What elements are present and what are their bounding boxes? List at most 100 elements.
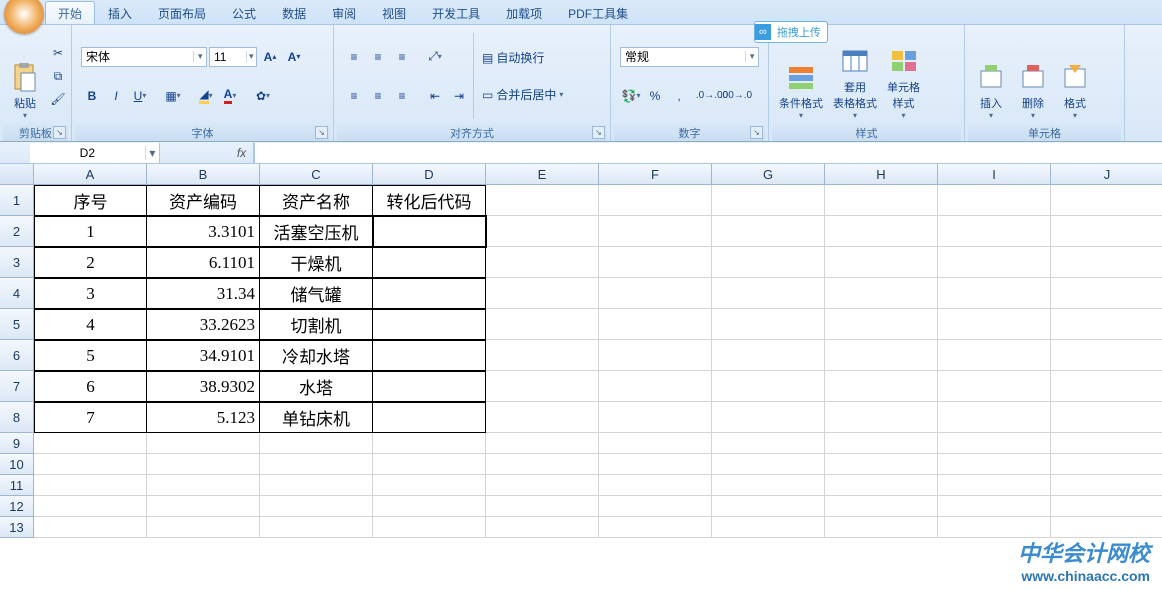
row-header[interactable]: 5 <box>0 309 34 340</box>
tab-2[interactable]: 页面布局 <box>145 1 219 24</box>
cell[interactable] <box>486 475 599 496</box>
cell[interactable] <box>938 371 1051 402</box>
cell[interactable]: 31.34 <box>147 278 260 309</box>
cell[interactable] <box>825 402 938 433</box>
row-header[interactable]: 3 <box>0 247 34 278</box>
cell[interactable] <box>1051 278 1162 309</box>
cell[interactable] <box>825 475 938 496</box>
cell[interactable] <box>938 247 1051 278</box>
increase-indent-button[interactable]: ⇥ <box>448 85 470 107</box>
cell[interactable] <box>712 340 825 371</box>
cell[interactable] <box>373 309 486 340</box>
cell[interactable] <box>147 454 260 475</box>
cell[interactable] <box>938 340 1051 371</box>
wrap-text-button[interactable]: ▤ 自动换行 <box>477 47 568 69</box>
align-middle-button[interactable]: ≡ <box>367 46 389 68</box>
cell[interactable] <box>373 475 486 496</box>
column-header[interactable]: C <box>260 164 373 185</box>
cell[interactable]: 7 <box>34 402 147 433</box>
cell[interactable]: 3.3101 <box>147 216 260 247</box>
font-size-input[interactable] <box>210 50 246 64</box>
cell[interactable] <box>599 247 712 278</box>
cell[interactable] <box>373 371 486 402</box>
cell[interactable] <box>938 517 1051 538</box>
dropdown-icon[interactable]: ▾ <box>246 51 256 62</box>
cell[interactable] <box>260 517 373 538</box>
cell[interactable] <box>1051 454 1162 475</box>
tab-4[interactable]: 数据 <box>269 1 319 24</box>
cell[interactable]: 冷却水塔 <box>260 340 373 371</box>
cell[interactable]: 资产名称 <box>260 185 373 216</box>
cell[interactable] <box>825 496 938 517</box>
row-header[interactable]: 6 <box>0 340 34 371</box>
cell[interactable] <box>373 340 486 371</box>
cell[interactable] <box>599 371 712 402</box>
percent-button[interactable]: % <box>644 85 666 107</box>
cell[interactable] <box>1051 247 1162 278</box>
cell[interactable] <box>373 433 486 454</box>
cell[interactable] <box>825 309 938 340</box>
cell[interactable] <box>599 433 712 454</box>
cell[interactable] <box>712 517 825 538</box>
cell[interactable] <box>938 496 1051 517</box>
conditional-formatting-button[interactable]: 条件格式▾ <box>774 29 828 123</box>
cell[interactable] <box>599 309 712 340</box>
cell[interactable] <box>34 454 147 475</box>
cell[interactable] <box>825 433 938 454</box>
cell[interactable] <box>1051 402 1162 433</box>
row-header[interactable]: 12 <box>0 496 34 517</box>
cell[interactable]: 资产编码 <box>147 185 260 216</box>
cell[interactable] <box>486 340 599 371</box>
cell[interactable] <box>1051 517 1162 538</box>
column-header[interactable]: D <box>373 164 486 185</box>
decrease-indent-button[interactable]: ⇤ <box>424 85 446 107</box>
font-name-combo[interactable]: ▾ <box>81 47 207 67</box>
cell[interactable] <box>1051 475 1162 496</box>
cell[interactable] <box>260 433 373 454</box>
cell[interactable] <box>486 278 599 309</box>
cell[interactable] <box>486 402 599 433</box>
cell[interactable] <box>260 475 373 496</box>
cell[interactable] <box>147 433 260 454</box>
cell[interactable] <box>147 517 260 538</box>
cell[interactable] <box>712 309 825 340</box>
row-header[interactable]: 9 <box>0 433 34 454</box>
bold-button[interactable]: B <box>81 85 103 107</box>
tab-8[interactable]: 加载项 <box>493 1 555 24</box>
fx-button[interactable]: fx <box>230 142 254 163</box>
cell[interactable] <box>825 247 938 278</box>
delete-cells-button[interactable]: 删除▾ <box>1012 29 1054 123</box>
align-top-button[interactable]: ≡ <box>343 46 365 68</box>
cell[interactable]: 1 <box>34 216 147 247</box>
cell[interactable] <box>373 517 486 538</box>
cell[interactable] <box>260 454 373 475</box>
cell[interactable] <box>486 309 599 340</box>
decrease-decimal-button[interactable]: .00→.0 <box>725 85 747 107</box>
tab-3[interactable]: 公式 <box>219 1 269 24</box>
align-left-button[interactable]: ≡ <box>343 85 365 107</box>
cell[interactable] <box>486 185 599 216</box>
column-header[interactable]: J <box>1051 164 1162 185</box>
dropdown-icon[interactable]: ▾ <box>745 51 758 62</box>
paste-button[interactable]: 粘贴 ▾ <box>5 29 45 123</box>
cell[interactable]: 33.2623 <box>147 309 260 340</box>
cell-styles-button[interactable]: 单元格 样式▾ <box>882 29 925 123</box>
cell[interactable] <box>712 216 825 247</box>
cell[interactable] <box>147 496 260 517</box>
currency-button[interactable]: 💱▾ <box>620 85 642 107</box>
cell[interactable] <box>599 517 712 538</box>
cell[interactable] <box>825 371 938 402</box>
cell[interactable] <box>1051 496 1162 517</box>
cell[interactable] <box>825 340 938 371</box>
cell[interactable] <box>825 216 938 247</box>
column-header[interactable]: I <box>938 164 1051 185</box>
formula-input[interactable] <box>254 143 1162 163</box>
align-bottom-button[interactable]: ≡ <box>391 46 413 68</box>
cell[interactable]: 3 <box>34 278 147 309</box>
cell[interactable] <box>599 340 712 371</box>
cell[interactable] <box>1051 309 1162 340</box>
name-box[interactable]: ▾ <box>30 143 160 163</box>
cell[interactable] <box>712 371 825 402</box>
insert-cells-button[interactable]: 插入▾ <box>970 29 1012 123</box>
cell[interactable]: 活塞空压机 <box>260 216 373 247</box>
